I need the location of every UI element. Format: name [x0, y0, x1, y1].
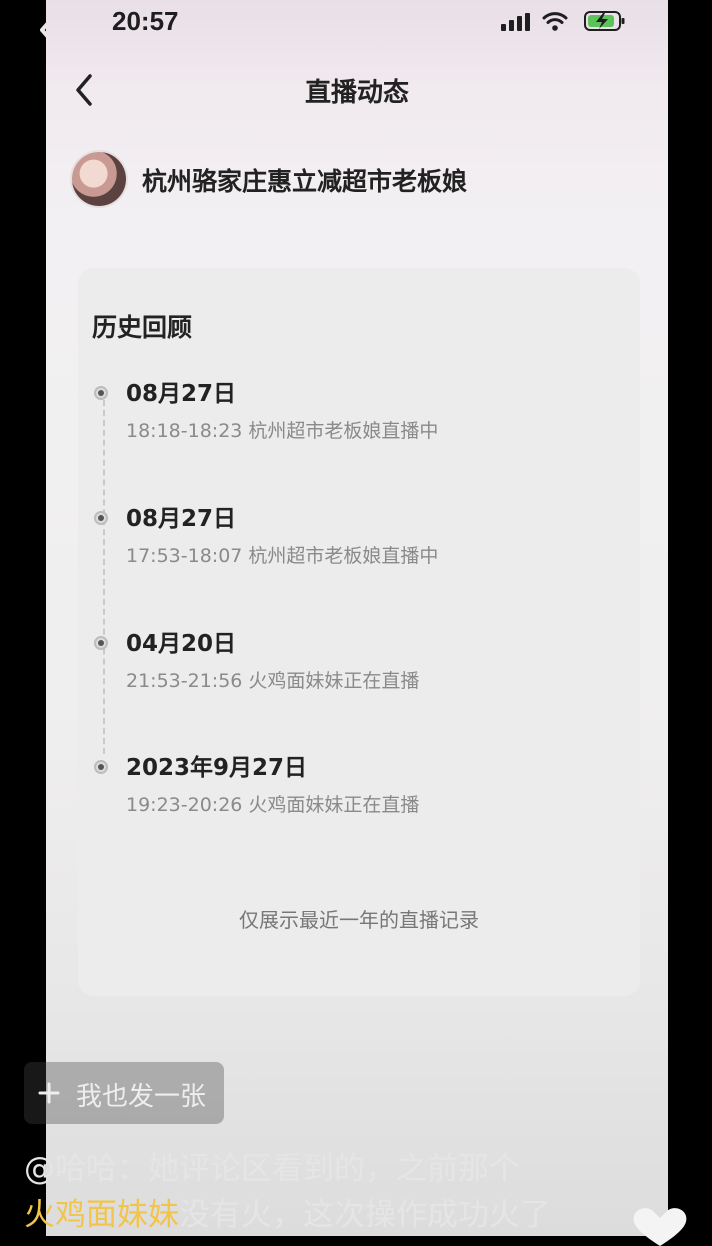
profile-row[interactable]: 杭州骆家庄惠立减超市老板娘 — [72, 150, 632, 208]
profile-name: 杭州骆家庄惠立减超市老板娘 — [142, 167, 468, 196]
entry-date: 08月27日 — [126, 381, 237, 407]
avatar[interactable] — [72, 152, 126, 206]
entry-date: 2023年9月27日 — [126, 755, 308, 781]
nav-bar: 直播动态 — [46, 60, 668, 120]
entry-detail: 17:53-18:07 杭州超市老板娘直播中 — [126, 545, 439, 567]
history-entry[interactable]: 04月20日 21:53-21:56 火鸡面妹妹正在直播 — [78, 628, 618, 708]
caption-hashtag-link[interactable]: 火鸡面妹妹 — [24, 1197, 179, 1233]
timeline-dot-icon — [94, 636, 108, 650]
signal-icon — [501, 13, 530, 31]
status-time: 20:57 — [112, 6, 179, 36]
battery-charging-icon — [584, 11, 625, 31]
page-title: 直播动态 — [304, 78, 409, 108]
history-entry[interactable]: 2023年9月27日 19:23-20:26 火鸡面妹妹正在直播 — [78, 752, 618, 832]
entry-detail: 21:53-21:56 火鸡面妹妹正在直播 — [126, 670, 420, 692]
timeline-dot-icon — [94, 760, 108, 774]
entry-date: 04月20日 — [126, 631, 237, 657]
plus-icon — [38, 1082, 60, 1104]
add-post-label: 我也发一张 — [76, 1082, 207, 1112]
add-post-button[interactable]: 我也发一张 — [24, 1062, 224, 1124]
history-entry[interactable]: 08月27日 17:53-18:07 杭州超市老板娘直播中 — [78, 503, 618, 583]
caption-line-2: 火鸡面妹妹没有火，这次操作成功火了 — [24, 1192, 694, 1238]
history-entry[interactable]: 08月27日 18:18-18:23 杭州超市老板娘直播中 — [78, 378, 618, 458]
like-heart-icon[interactable] — [628, 1206, 692, 1246]
status-bar: 20:57 — [46, 0, 668, 44]
caption-line-2-text: 没有火，这次操作成功火了 — [179, 1197, 551, 1233]
wifi-icon — [542, 12, 568, 31]
entry-date: 08月27日 — [126, 506, 237, 532]
entry-detail: 18:18-18:23 杭州超市老板娘直播中 — [126, 420, 439, 442]
history-card: 历史回顾 08月27日 18:18-18:23 杭州超市老板娘直播中 08月27… — [78, 268, 640, 996]
timeline-dot-icon — [94, 386, 108, 400]
history-heading: 历史回顾 — [92, 313, 193, 342]
history-footer-note: 仅展示最近一年的直播记录 — [239, 908, 479, 932]
entry-detail: 19:23-20:26 火鸡面妹妹正在直播 — [126, 794, 420, 816]
caption-line-1: @哈哈：她评论区看到的，之前那个 — [24, 1151, 520, 1187]
phone-screen: 20:57 直播动态 杭州骆家庄惠立减超市老板娘 历史回顾 08月27日 18:… — [46, 0, 668, 1236]
timeline-dot-icon — [94, 511, 108, 525]
video-caption: @哈哈：她评论区看到的，之前那个 火鸡面妹妹没有火，这次操作成功火了 — [24, 1146, 694, 1238]
